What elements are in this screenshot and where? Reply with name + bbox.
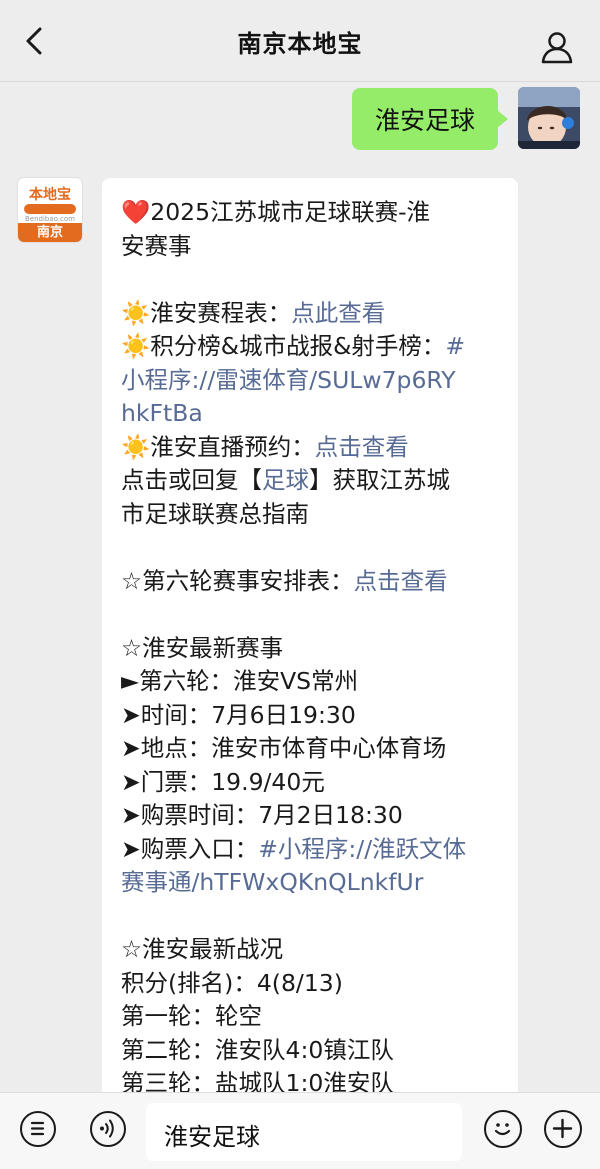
heart-icon: ❤️: [121, 198, 151, 226]
reply-line: 市足球联赛总指南: [121, 499, 309, 528]
message-input[interactable]: 淮安足球: [146, 1103, 462, 1161]
entry-link[interactable]: 赛事通/hTFWxQKnQLnkfUr: [121, 866, 500, 900]
message-content: ❤️2025江苏城市足球联赛-淮 安赛事 ☀️淮安赛程表：点此查看 ☀️积分榜&…: [102, 178, 518, 1101]
my-avatar[interactable]: [518, 87, 580, 149]
account-avatar[interactable]: 本地宝 Bendibao.com 南京: [18, 178, 82, 242]
bottom-input-bar: 淮安足球: [0, 1092, 600, 1169]
voice-icon[interactable]: [90, 1111, 126, 1147]
round6-link[interactable]: 点击查看: [354, 567, 448, 595]
sun-icon: ☀️: [121, 432, 151, 461]
ticket-line: ➤门票：19.9/40元: [121, 767, 325, 796]
points-line: 积分(排名)：4(8/13): [121, 968, 343, 997]
round6-line: ☆第六轮赛事安排表：点击查看: [121, 566, 448, 595]
status-title: ☆淮安最新战况: [121, 935, 284, 963]
standings-link[interactable]: 小程序://雷速体育/SULw7p6RY: [121, 364, 500, 398]
plus-icon[interactable]: [544, 1110, 582, 1148]
sun-icon: ☀️: [121, 332, 151, 360]
chat-title: 南京本地宝: [237, 30, 363, 58]
round1-line: 第一轮：轮空: [121, 1002, 262, 1030]
reply-keyword-link[interactable]: 足球: [262, 466, 309, 494]
schedule-line: ☀️淮安赛程表：点此查看: [121, 298, 386, 327]
time-line: ➤时间：7月6日19:30: [121, 700, 356, 729]
match-line: ►第六轮：淮安VS常州: [121, 667, 359, 695]
person-icon[interactable]: [540, 30, 574, 64]
schedule-link[interactable]: 点此查看: [291, 299, 385, 327]
reply-line: 点击或回复【足球】获取江苏城: [121, 466, 450, 494]
top-navigation-bar: 南京本地宝: [0, 0, 600, 82]
menu-list-icon[interactable]: [20, 1111, 56, 1147]
message-input-value: 淮安足球: [164, 1123, 260, 1151]
entry-link[interactable]: #小程序://淮跃文体: [258, 835, 466, 863]
emoji-icon[interactable]: [484, 1110, 522, 1148]
outgoing-message-text: 淮安足球: [374, 106, 475, 135]
outgoing-message-bubble[interactable]: 淮安足球: [352, 88, 508, 150]
standings-link[interactable]: #: [445, 332, 465, 360]
venue-line: ➤地点：淮安市体育中心体育场: [121, 734, 447, 762]
standings-line: ☀️积分榜&城市战报&射手榜：#: [121, 332, 466, 360]
message-title-line: ❤️2025江苏城市足球联赛-淮: [121, 198, 431, 226]
logo-url: Bendibao.com: [24, 215, 75, 223]
standings-link[interactable]: hkFtBa: [121, 397, 500, 431]
round2-line: 第二轮：淮安队4:0镇江队: [121, 1035, 394, 1064]
incoming-message-bubble[interactable]: ❤️2025江苏城市足球联赛-淮 安赛事 ☀️淮安赛程表：点此查看 ☀️积分榜&…: [102, 178, 518, 1108]
live-link[interactable]: 点击查看: [315, 433, 409, 461]
live-line: ☀️淮安直播预约：点击查看: [121, 432, 409, 461]
latest-title: ☆淮安最新赛事: [121, 633, 284, 662]
sale-time-line: ➤购票时间：7月2日18:30: [121, 801, 403, 829]
logo-city: 南京: [18, 223, 82, 242]
logo-text: 本地宝: [29, 187, 71, 203]
logo-bar: [24, 204, 76, 214]
message-title-line: 安赛事: [121, 231, 192, 260]
sun-icon: ☀️: [121, 298, 151, 327]
entry-line: ➤购票入口：#小程序://淮跃文体: [121, 834, 467, 863]
